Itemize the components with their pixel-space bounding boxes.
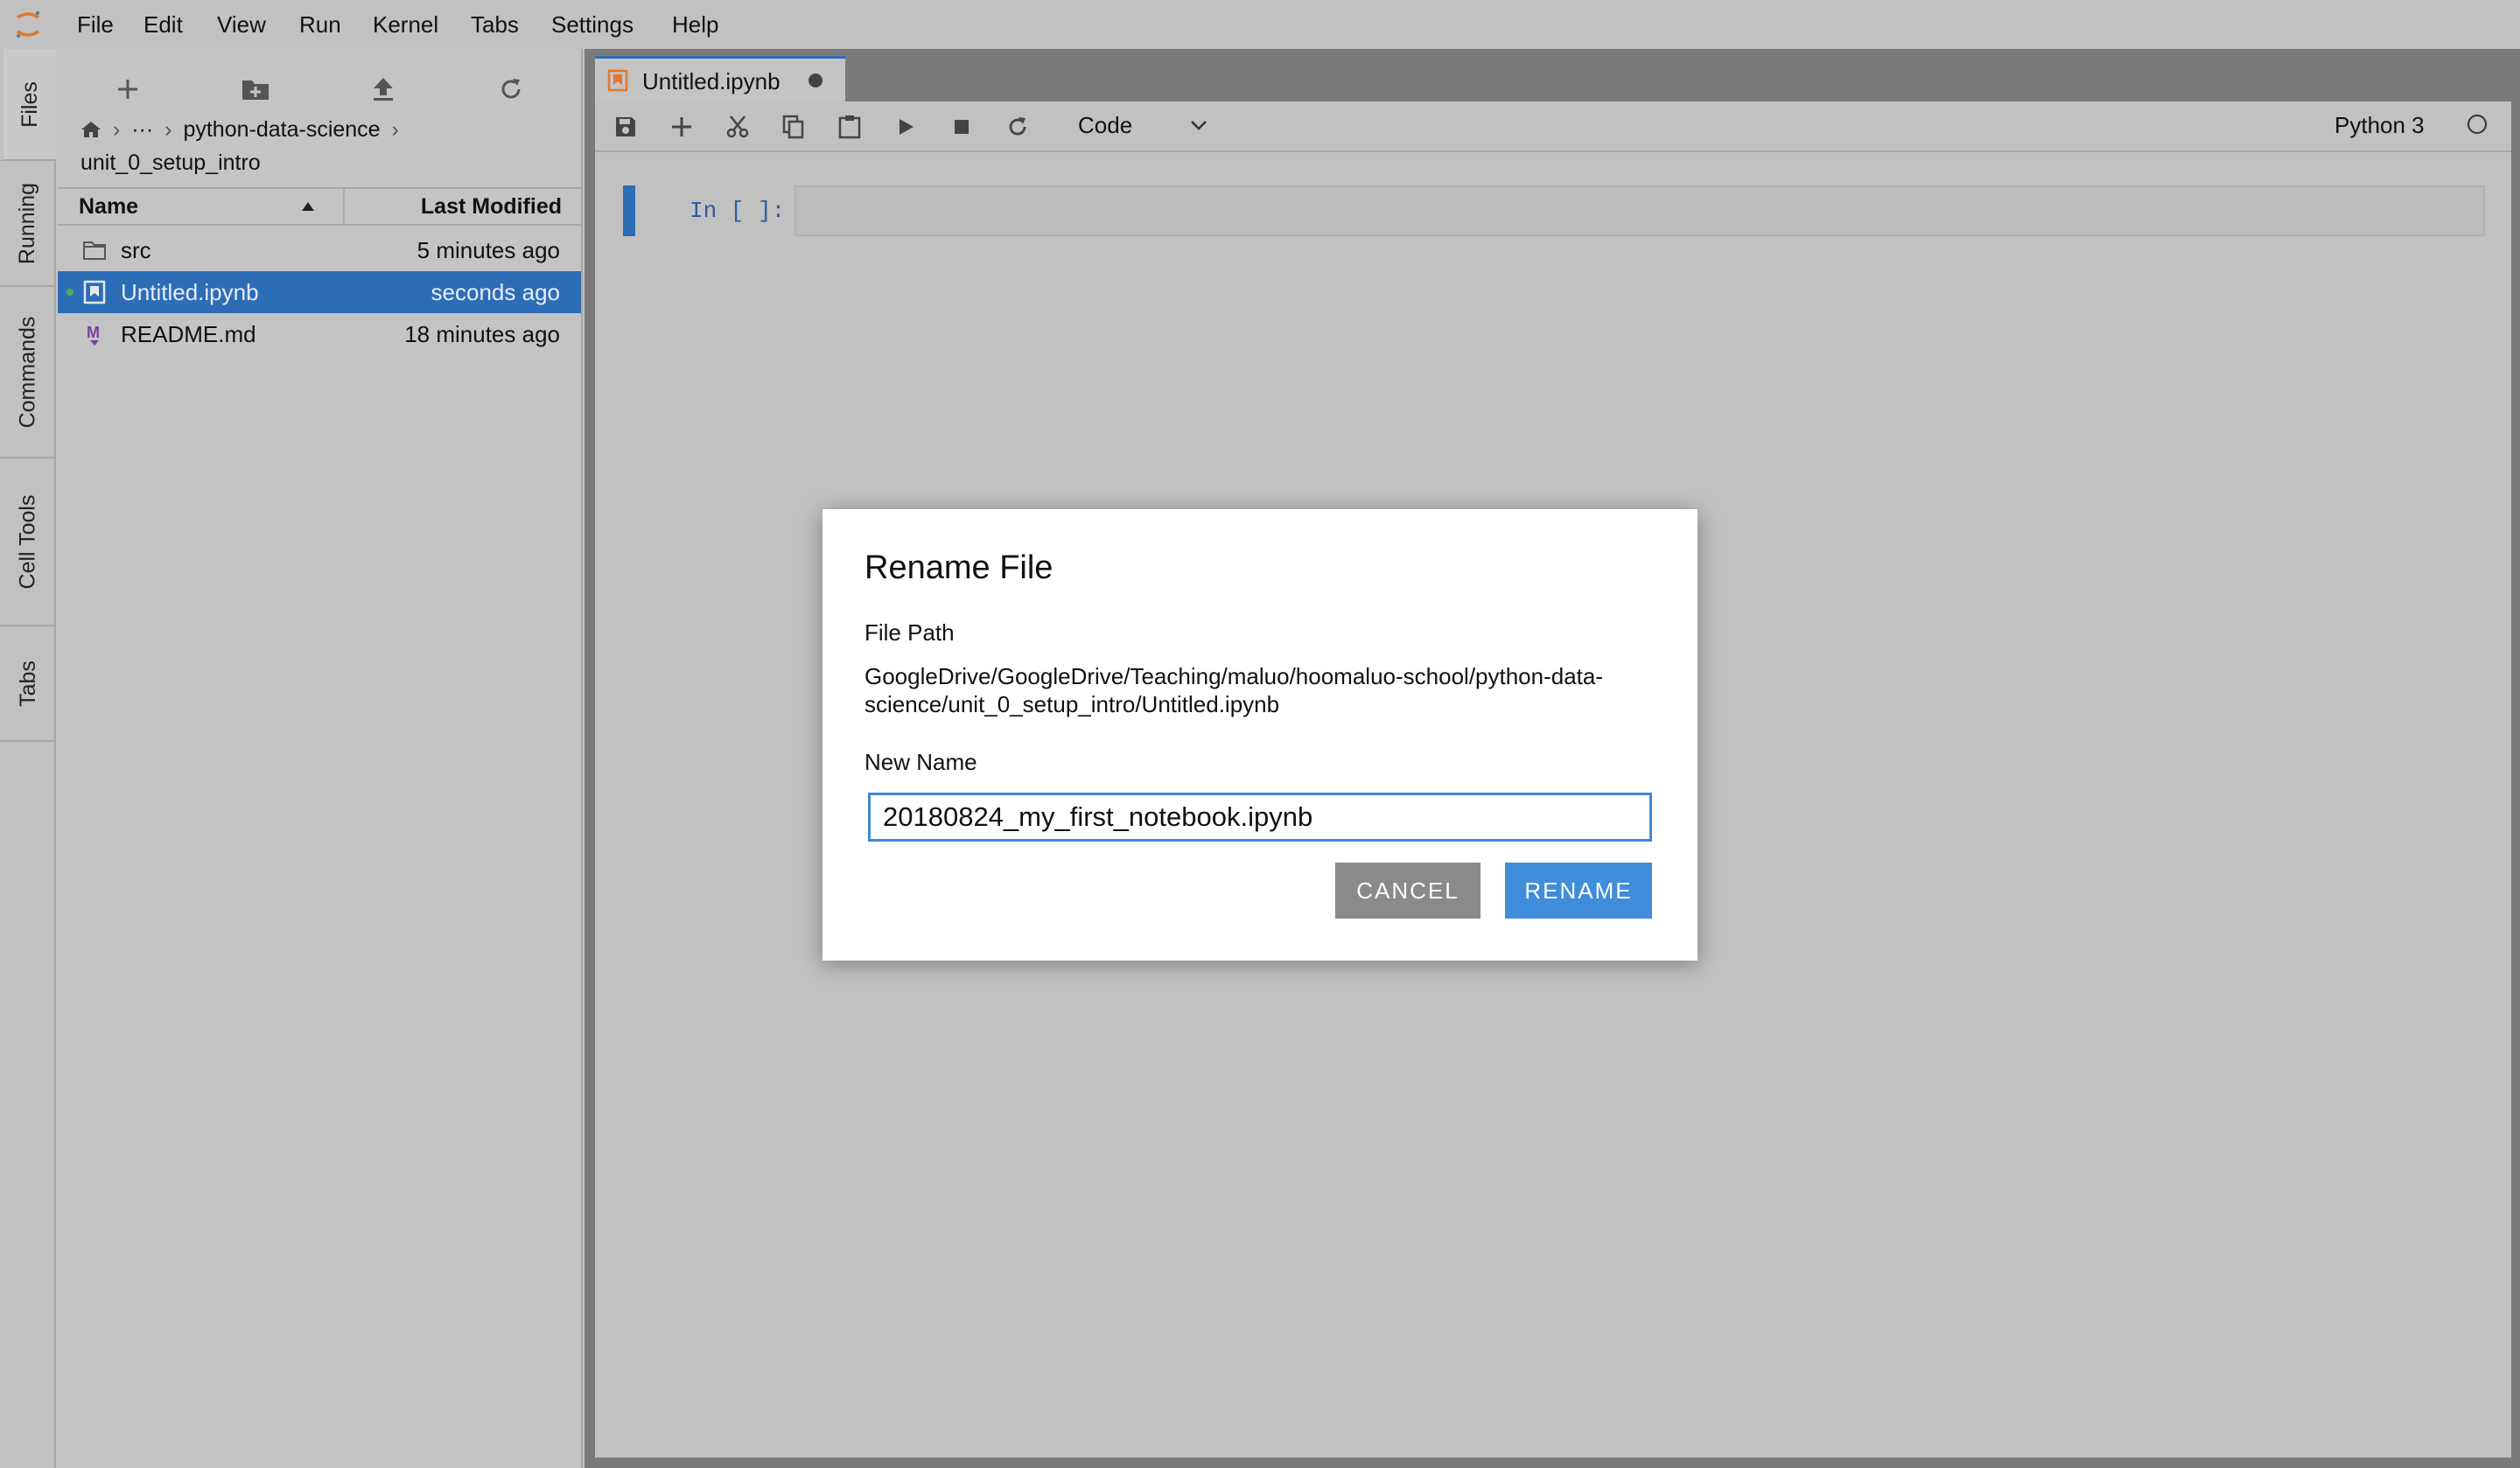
rename-button[interactable]: RENAME (1505, 863, 1652, 919)
rename-file-dialog: Rename File File Path GoogleDrive/Google… (822, 509, 1698, 961)
file-path-label: File Path (864, 619, 955, 646)
new-name-input[interactable] (868, 793, 1652, 842)
file-path-line-2: science/unit_0_setup_intro/Untitled.ipyn… (864, 691, 1280, 717)
file-path-line-1: GoogleDrive/GoogleDrive/Teaching/maluo/h… (864, 663, 1604, 689)
dialog-title: Rename File (864, 549, 1054, 586)
cancel-button[interactable]: CANCEL (1335, 863, 1480, 919)
new-name-label: New Name (864, 749, 977, 775)
